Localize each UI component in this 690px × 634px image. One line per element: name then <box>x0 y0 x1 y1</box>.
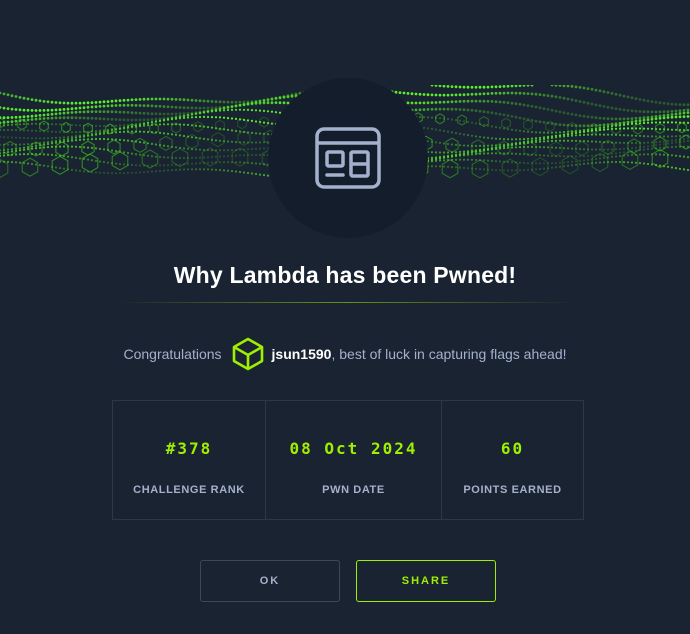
ok-button[interactable]: OK <box>200 560 340 602</box>
congrats-message: Congratulations jsun1590 , best of luck … <box>0 334 690 374</box>
stat-pwn-date: 08 Oct 2024 PWN DATE <box>266 401 442 519</box>
stat-label: POINTS EARNED <box>463 484 562 496</box>
stat-value: 60 <box>500 439 525 458</box>
congrats-suffix: , best of luck in capturing flags ahead! <box>331 346 567 362</box>
congrats-prefix: Congratulations <box>123 346 222 362</box>
stat-points-earned: 60 POINTS EARNED <box>442 401 583 519</box>
challenge-badge <box>268 78 428 238</box>
stat-value: #378 <box>165 439 213 458</box>
page-title: Why Lambda has been Pwned! <box>173 262 517 288</box>
stat-value: 08 Oct 2024 <box>289 439 418 458</box>
username-link[interactable]: jsun1590 <box>272 346 332 362</box>
stats-panel: #378 CHALLENGE RANK 08 Oct 2024 PWN DATE… <box>112 400 584 520</box>
cube-icon <box>232 337 264 371</box>
web-layout-icon <box>315 127 381 189</box>
stat-label: CHALLENGE RANK <box>133 484 245 496</box>
stat-challenge-rank: #378 CHALLENGE RANK <box>113 401 266 519</box>
share-button[interactable]: SHARE <box>356 560 496 602</box>
title-divider <box>115 302 575 303</box>
stat-label: PWN DATE <box>322 484 385 496</box>
